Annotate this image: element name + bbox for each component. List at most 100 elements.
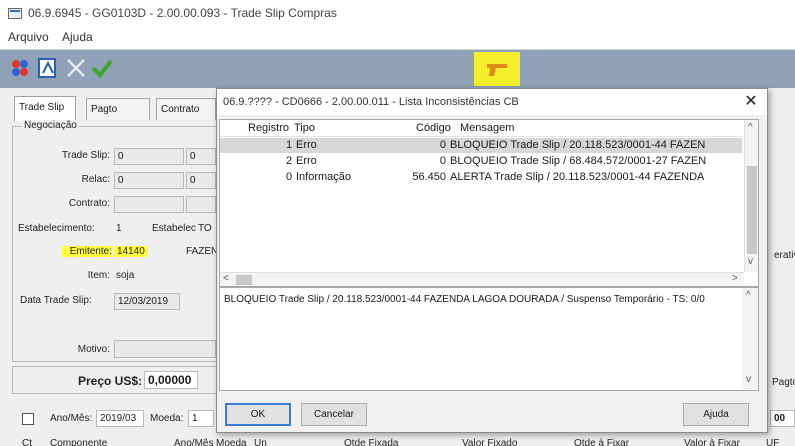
motivo-label: Motivo: (77, 344, 110, 355)
col-codigo[interactable]: Código (416, 122, 451, 134)
document-edit-icon[interactable] (36, 56, 60, 80)
tab-pagto[interactable]: Pagto (86, 98, 150, 120)
row-mensagem: BLOQUEIO Trade Slip / 68.484.572/0001-27… (450, 155, 707, 167)
scroll-thumb[interactable] (236, 275, 252, 285)
relac-label: Relac: (81, 174, 110, 185)
col-ct: Ct (22, 438, 32, 446)
trade-slip-field[interactable]: 0 (114, 148, 184, 165)
delete-icon[interactable] (64, 56, 88, 80)
col-un: Un (254, 438, 267, 446)
toolbar (0, 50, 795, 88)
app-window-icon (8, 8, 22, 19)
inconsistencias-list: Registro Tipo Código Mensagem 1 Erro 0 B… (219, 119, 759, 287)
col-registro[interactable]: Registro (248, 122, 289, 134)
row-codigo: 56.450 (412, 171, 446, 183)
gun-icon (474, 52, 520, 86)
row-codigo: 0 (439, 139, 446, 151)
list-item[interactable]: 0 Informação 56.450 ALERTA Trade Slip / … (220, 170, 742, 185)
menu-arquivo[interactable]: Arquivo (8, 30, 49, 44)
ok-button[interactable]: OK (225, 403, 291, 426)
close-icon[interactable]: ✕ (741, 92, 761, 112)
scroll-up-icon[interactable]: ^ (748, 122, 753, 133)
emitente-name: FAZEN (186, 246, 219, 257)
users-icon[interactable] (8, 56, 32, 80)
scroll-up-icon[interactable]: ^ (746, 290, 751, 301)
row-registro: 0 (286, 171, 293, 183)
emitente-value[interactable]: 14140 (114, 246, 148, 257)
dialog-titlebar: 06.9.???? - CD0666 - 2.00.00.011 - Lista… (217, 89, 767, 115)
pagto-fragment: Pagto (772, 377, 795, 388)
check-icon[interactable] (90, 56, 114, 80)
tab-contrato[interactable]: Contrato (156, 98, 216, 120)
menu-bar: Arquivo Ajuda (0, 26, 795, 50)
menu-ajuda[interactable]: Ajuda (62, 30, 93, 44)
scroll-down-icon[interactable]: v (746, 374, 751, 385)
row-registro: 2 (286, 155, 293, 167)
ano-mes-field[interactable]: 2019/03 (96, 410, 144, 427)
preco-field[interactable]: 0,00000 (144, 371, 198, 389)
row-mensagem: BLOQUEIO Trade Slip / 20.118.523/0001-44… (450, 139, 706, 151)
motivo-field[interactable] (114, 340, 216, 358)
bottom-grid-header: Ct Componente Ano/Mês Moeda Un Qtde Fixa… (14, 436, 795, 446)
list-vertical-scrollbar[interactable]: ^ v (744, 120, 758, 272)
scroll-down-icon[interactable]: v (748, 256, 753, 267)
ano-mes-label: Ano/Mês: (50, 413, 93, 424)
contrato-label: Contrato: (68, 198, 110, 209)
col-uf: UF (766, 438, 780, 446)
row-registro: 1 (286, 139, 293, 151)
tab-trade-slip[interactable]: Trade Slip (14, 96, 76, 121)
list-item[interactable]: 2 Erro 0 BLOQUEIO Trade Slip / 68.484.57… (220, 154, 742, 169)
oo-fragment: 00 (770, 410, 795, 427)
window-title: 06.9.6945 - GG0103D - 2.00.00.093 - Trad… (28, 6, 337, 20)
moeda-field[interactable]: 1 (188, 410, 214, 427)
relac-field-2[interactable]: 0 (186, 172, 216, 189)
row-mensagem: ALERTA Trade Slip / 20.118.523/0001-44 F… (450, 171, 705, 183)
data-trade-slip-field[interactable]: 12/03/2019 (114, 293, 180, 310)
detail-message-box[interactable]: BLOQUEIO Trade Slip / 20.118.523/0001-44… (219, 287, 759, 391)
erativ-fragment: erativ (774, 250, 795, 261)
row-tipo: Erro (296, 139, 317, 151)
help-button[interactable]: Ajuda (683, 403, 749, 426)
list-horizontal-scrollbar[interactable]: < > (220, 272, 744, 286)
col-tipo[interactable]: Tipo (294, 122, 315, 134)
row-tipo: Informação (296, 171, 352, 183)
estabelecimento-value: 1 (116, 223, 122, 234)
col-valor-fixado: Valor Fixado (462, 438, 518, 446)
detail-scrollbar[interactable]: ^ v (742, 288, 758, 390)
col-moeda: Moeda (216, 438, 247, 446)
relac-field[interactable]: 0 (114, 172, 184, 189)
inconsistencias-dialog: 06.9.???? - CD0666 - 2.00.00.011 - Lista… (216, 88, 768, 433)
row-tipo: Erro (296, 155, 317, 167)
emitente-label: Emitente: (62, 246, 112, 257)
estabelec-label: Estabelec (152, 223, 196, 234)
contrato-field-2[interactable] (186, 196, 216, 213)
row-codigo: 0 (439, 155, 446, 167)
item-value: soja (116, 270, 135, 281)
list-item[interactable]: 1 Erro 0 BLOQUEIO Trade Slip / 20.118.52… (220, 138, 742, 153)
scroll-right-icon[interactable]: > (732, 273, 738, 284)
moeda-label: Moeda: (150, 413, 184, 424)
window-titlebar: 06.9.6945 - GG0103D - 2.00.00.093 - Trad… (0, 0, 795, 26)
contrato-field[interactable] (114, 196, 184, 213)
estabelecimento-label: Estabelecimento: (18, 223, 95, 234)
col-qtde-fixada: Qtde Fixada (344, 438, 399, 446)
trade-slip-label: Trade Slip: (62, 150, 110, 161)
preco-label: Preço US$: (78, 374, 143, 388)
col-ano-mes: Ano/Mês (174, 438, 214, 446)
col-mensagem[interactable]: Mensagem (460, 122, 514, 134)
dialog-title: 06.9.???? - CD0666 - 2.00.00.011 - Lista… (223, 96, 519, 108)
col-componente: Componente (50, 438, 108, 446)
trade-slip-field-2[interactable]: 0 (186, 148, 216, 165)
detail-message: BLOQUEIO Trade Slip / 20.118.523/0001-44… (224, 294, 705, 305)
data-trade-slip-label: Data Trade Slip: (20, 295, 92, 306)
col-qtde-a-fixar: Qtde à Fixar (574, 438, 630, 446)
cancel-button[interactable]: Cancelar (301, 403, 367, 426)
negociacao-group-label: Negociação (22, 120, 79, 131)
item-label: Item: (87, 270, 110, 281)
scroll-thumb[interactable] (747, 166, 757, 254)
ano-mes-checkbox[interactable] (22, 413, 34, 425)
estabelec-value: TO (198, 223, 212, 234)
col-valor-a-fixar: Valor à Fixar (684, 438, 740, 446)
scroll-left-icon[interactable]: < (223, 273, 229, 284)
list-header: Registro Tipo Código Mensagem (220, 120, 742, 137)
